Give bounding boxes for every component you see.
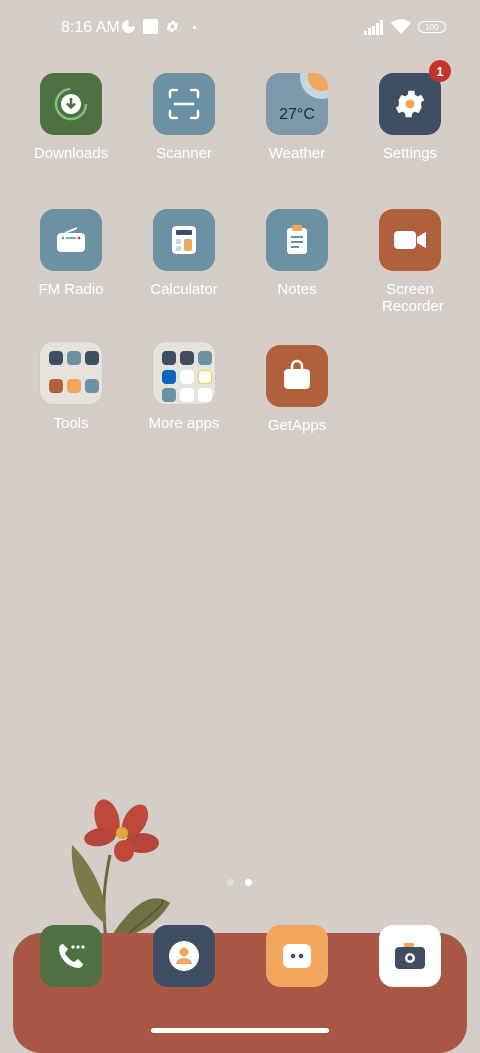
- dot-icon: [193, 26, 196, 29]
- download-icon: [54, 87, 88, 121]
- mini-app-icon: [162, 369, 176, 384]
- notes-tile[interactable]: [266, 209, 328, 271]
- mini-app-icon: [85, 379, 99, 393]
- mini-app-icon: [85, 351, 99, 365]
- weather-temp: 27°C: [279, 106, 315, 123]
- app-screen-recorder[interactable]: Screen Recorder: [354, 209, 466, 315]
- folder-grid: [49, 351, 101, 403]
- app-label: More apps: [148, 415, 220, 432]
- app-label: Scanner: [156, 145, 212, 162]
- contact-icon: [169, 941, 199, 971]
- mini-app-icon: [198, 369, 212, 384]
- mini-app-icon: [180, 369, 194, 384]
- mini-app-icon: [198, 388, 212, 403]
- folder-more-apps[interactable]: More apps: [128, 341, 240, 432]
- gear-icon: [166, 21, 179, 32]
- app-label: Notes: [277, 281, 317, 298]
- app-label: FM Radio: [38, 281, 104, 298]
- mini-app-icon: [180, 388, 194, 403]
- mini-app-icon: [67, 351, 81, 365]
- camera-icon: [395, 943, 425, 969]
- app-weather[interactable]: 27°C Weather: [241, 73, 353, 162]
- app-label: Tools: [53, 415, 89, 432]
- calculator-icon: [172, 226, 196, 254]
- settings-tile[interactable]: 1: [379, 60, 451, 135]
- getapps-tile[interactable]: [266, 345, 328, 407]
- dock-contacts[interactable]: [153, 925, 215, 987]
- gear-icon: [395, 90, 425, 118]
- wifi-icon: [391, 19, 411, 34]
- app-settings[interactable]: 1 Settings: [354, 60, 466, 162]
- square-notification-icon: [143, 19, 158, 34]
- signal-icon: [364, 20, 383, 35]
- radio-icon: [57, 227, 85, 252]
- folder-tools[interactable]: Tools: [15, 341, 127, 432]
- mini-app-icon: [162, 388, 176, 403]
- status-time: 8:16 AM: [61, 19, 120, 36]
- data-saver-icon: [122, 20, 135, 33]
- weather-tile[interactable]: 27°C: [266, 73, 328, 135]
- mini-app-icon: [49, 351, 63, 365]
- app-getapps[interactable]: GetApps: [241, 345, 353, 434]
- page-dot-active[interactable]: [245, 879, 252, 886]
- app-calculator[interactable]: Calculator: [128, 209, 240, 298]
- dock-messages[interactable]: [266, 925, 328, 987]
- scanner-icon: [168, 88, 200, 120]
- fm-radio-tile[interactable]: [40, 209, 102, 271]
- scanner-tile[interactable]: [153, 73, 215, 135]
- screen-recorder-tile[interactable]: [379, 209, 441, 271]
- folder-grid: [162, 351, 214, 403]
- app-downloads[interactable]: Downloads: [15, 73, 127, 162]
- battery-icon: 100: [418, 21, 446, 33]
- page-dot[interactable]: [227, 879, 234, 886]
- app-label: Downloads: [33, 145, 109, 162]
- app-label: Calculator: [150, 281, 218, 298]
- page-indicator[interactable]: [227, 879, 257, 887]
- mini-app-icon: [67, 379, 81, 393]
- mini-app-icon: [198, 351, 212, 365]
- mini-app-icon: [180, 351, 194, 365]
- dock-camera[interactable]: [379, 925, 441, 987]
- phone-icon: [59, 944, 85, 968]
- status-bar: 8:16 AM 100: [0, 0, 480, 56]
- app-label: GetApps: [267, 417, 327, 434]
- app-notes[interactable]: Notes: [241, 209, 353, 298]
- folder-tile[interactable]: [152, 341, 216, 405]
- shopping-bag-icon: [284, 359, 310, 389]
- app-label: Settings: [382, 145, 438, 162]
- mini-app-icon: [49, 379, 63, 393]
- folder-tile[interactable]: [39, 341, 103, 405]
- app-label: Screen Recorder: [382, 281, 444, 315]
- app-scanner[interactable]: Scanner: [128, 73, 240, 162]
- message-icon: [283, 944, 311, 968]
- downloads-tile[interactable]: [40, 73, 102, 135]
- app-fm-radio[interactable]: FM Radio: [15, 209, 127, 298]
- calculator-tile[interactable]: [153, 209, 215, 271]
- app-label: Weather: [268, 145, 326, 162]
- mini-app-icon: [162, 351, 176, 365]
- video-camera-icon: [394, 231, 426, 249]
- dock-phone[interactable]: [40, 925, 102, 987]
- weather-icon: [300, 73, 328, 99]
- battery-level: 100: [425, 22, 439, 32]
- notification-badge: 1: [429, 60, 451, 82]
- clipboard-icon: [287, 225, 307, 254]
- home-indicator[interactable]: [151, 1028, 329, 1033]
